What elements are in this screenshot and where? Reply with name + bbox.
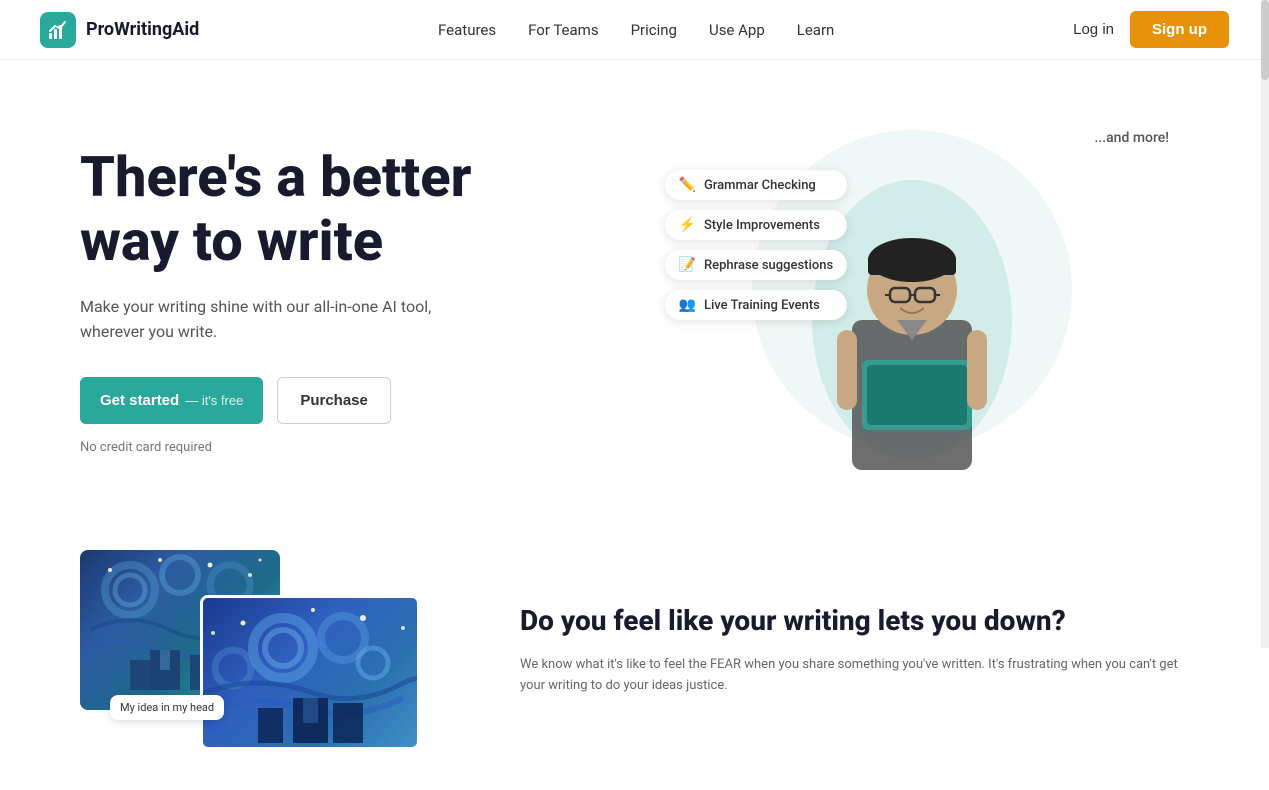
nav-pricing[interactable]: Pricing [631, 21, 677, 39]
section2-title: Do you feel like your writing lets you d… [520, 603, 1189, 639]
free-label: — it's free [185, 393, 243, 408]
badge-training-label: Live Training Events [704, 298, 820, 313]
hero-left: There's a better way to write Make your … [80, 145, 635, 455]
hero-title: There's a better way to write [80, 145, 635, 274]
purchase-button[interactable]: Purchase [277, 377, 391, 424]
section2: My idea in my head Do you feel like your… [0, 530, 1269, 790]
badge-grammar-label: Grammar Checking [704, 178, 816, 193]
nav-links: Features For Teams Pricing Use App Learn [438, 21, 834, 39]
hero-section: There's a better way to write Make your … [0, 60, 1269, 530]
hero-buttons: Get started — it's free Purchase [80, 377, 635, 424]
scrollbar[interactable] [1261, 0, 1269, 648]
nav-use-app[interactable]: Use App [709, 21, 765, 39]
scrollbar-thumb[interactable] [1261, 0, 1269, 80]
artwork-stack: My idea in my head [80, 550, 420, 750]
nav-features[interactable]: Features [438, 21, 496, 39]
nav-learn[interactable]: Learn [797, 21, 835, 39]
logo-icon [40, 12, 76, 48]
training-icon: 👥 [679, 297, 696, 313]
nav-for-teams[interactable]: For Teams [528, 21, 598, 39]
get-started-label: Get started [100, 392, 179, 409]
grammar-icon: ✏️ [679, 177, 696, 193]
section2-right: Do you feel like your writing lets you d… [520, 603, 1189, 697]
feature-badges: ✏️ Grammar Checking ⚡ Style Improvements… [665, 170, 848, 320]
badge-rephrase: 📝 Rephrase suggestions [665, 250, 848, 280]
nav-actions: Log in Sign up [1073, 11, 1229, 48]
brand-name: ProWritingAid [86, 19, 199, 40]
hero-subtitle: Make your writing shine with our all-in-… [80, 294, 440, 345]
badge-rephrase-label: Rephrase suggestions [704, 258, 833, 273]
login-button[interactable]: Log in [1073, 21, 1114, 38]
hero-right: ✏️ Grammar Checking ⚡ Style Improvements… [635, 110, 1190, 490]
section2-body: We know what it's like to feel the FEAR … [520, 655, 1189, 697]
signup-button[interactable]: Sign up [1130, 11, 1229, 48]
no-credit-card-note: No credit card required [80, 440, 635, 455]
style-icon: ⚡ [679, 217, 696, 233]
artwork-front [200, 595, 420, 750]
rephrase-icon: 📝 [679, 257, 696, 273]
logo[interactable]: ProWritingAid [40, 12, 199, 48]
badge-style-label: Style Improvements [704, 218, 820, 233]
section2-illustration: My idea in my head [80, 550, 460, 750]
badge-style: ⚡ Style Improvements [665, 210, 848, 240]
badge-training: 👥 Live Training Events [665, 290, 848, 320]
navbar: ProWritingAid Features For Teams Pricing… [0, 0, 1269, 60]
more-label: ...and more! [1094, 130, 1169, 146]
badge-grammar: ✏️ Grammar Checking [665, 170, 848, 200]
note-bubble: My idea in my head [110, 695, 224, 720]
get-started-button[interactable]: Get started — it's free [80, 377, 263, 424]
